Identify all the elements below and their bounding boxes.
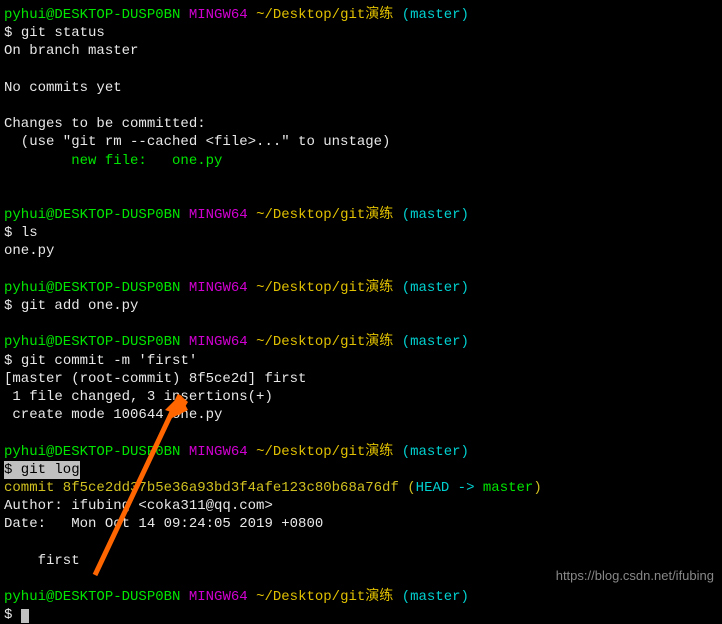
output: Author: ifubing <coka311@qq.com>: [4, 497, 718, 515]
cmd-line: $ git commit -m 'first': [4, 352, 718, 370]
mingw: MINGW64: [189, 7, 248, 23]
highlighted-cmd: $ git log: [4, 461, 80, 479]
output: create mode 100644 one.py: [4, 406, 718, 424]
prompt-line-4: pyhui@DESKTOP-DUSP0BN MINGW64 ~/Desktop/…: [4, 333, 718, 351]
command: git commit -m 'first': [21, 353, 197, 369]
prompt-line-6: pyhui@DESKTOP-DUSP0BN MINGW64 ~/Desktop/…: [4, 588, 718, 606]
command: ls: [21, 225, 38, 241]
cmd-line: $ git add one.py: [4, 297, 718, 315]
command: git status: [21, 25, 105, 41]
output: (use "git rm --cached <file>..." to unst…: [4, 133, 718, 151]
commit-message: first: [4, 552, 718, 570]
prompt-line-3: pyhui@DESKTOP-DUSP0BN MINGW64 ~/Desktop/…: [4, 279, 718, 297]
cursor: [21, 609, 29, 623]
watermark: https://blog.csdn.net/ifubing: [556, 568, 714, 585]
output: [master (root-commit) 8f5ce2d] first: [4, 370, 718, 388]
cmd-line[interactable]: $: [4, 606, 718, 624]
output: Changes to be committed:: [4, 115, 718, 133]
output: Date: Mon Oct 14 09:24:05 2019 +0800: [4, 515, 718, 533]
output: one.py: [4, 242, 718, 260]
branch: (master): [402, 7, 469, 23]
output: No commits yet: [4, 79, 718, 97]
prompt-line-2: pyhui@DESKTOP-DUSP0BN MINGW64 ~/Desktop/…: [4, 206, 718, 224]
new-file: new file: one.py: [4, 152, 718, 170]
output: On branch master: [4, 42, 718, 60]
output: 1 file changed, 3 insertions(+): [4, 388, 718, 406]
user: pyhui@DESKTOP-DUSP0BN: [4, 7, 180, 23]
prompt-line-1: pyhui@DESKTOP-DUSP0BN MINGW64 ~/Desktop/…: [4, 6, 718, 24]
cmd-line: $ git log: [4, 461, 718, 479]
commit-line: commit 8f5ce2dd37b5e36a93bd3f4afe123c80b…: [4, 479, 718, 497]
path: ~/Desktop/git演练: [256, 7, 393, 23]
cmd-line: $ ls: [4, 224, 718, 242]
command: git add one.py: [21, 298, 139, 314]
cmd-line: $ git status: [4, 24, 718, 42]
prompt-line-5: pyhui@DESKTOP-DUSP0BN MINGW64 ~/Desktop/…: [4, 443, 718, 461]
